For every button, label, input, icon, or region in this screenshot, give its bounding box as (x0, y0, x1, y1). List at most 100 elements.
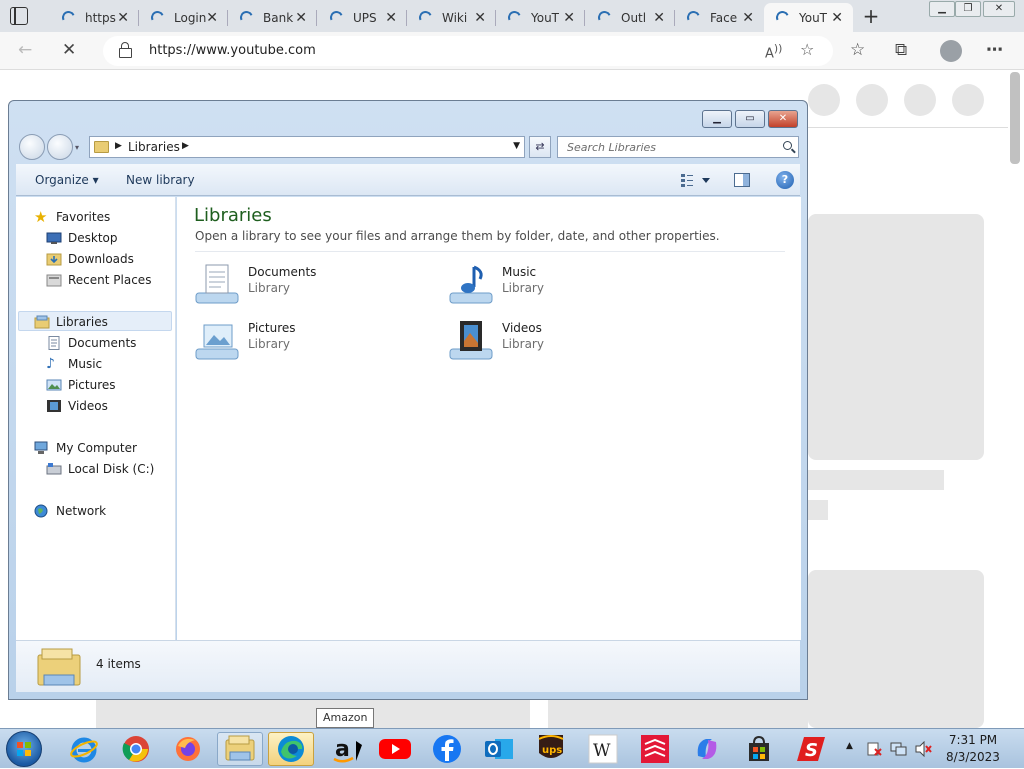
wikipedia-icon[interactable]: W (580, 732, 626, 766)
library-item-documents[interactable]: Documents Library (194, 259, 394, 309)
breadcrumb-libraries[interactable]: Libraries (128, 140, 180, 154)
clock-date[interactable]: 8/3/2023 (945, 750, 1001, 764)
close-icon[interactable]: ✕ (831, 10, 843, 26)
address-bar[interactable]: https://www.youtube.com A)) ☆ (103, 36, 833, 66)
back-arrow-icon[interactable]: ← (18, 40, 32, 60)
restore-button[interactable]: ❐ (955, 1, 981, 17)
browser-tab[interactable]: YouT ✕ (496, 3, 585, 32)
microsoft-store-icon[interactable] (736, 732, 782, 766)
close-icon[interactable]: ✕ (117, 10, 129, 26)
youtube-icon[interactable] (372, 732, 418, 766)
browser-tab[interactable]: Face ✕ (675, 3, 764, 32)
show-hidden-icons-icon[interactable]: ▲ (846, 741, 853, 751)
chevron-down-icon[interactable]: ▼ (513, 141, 520, 151)
close-window-button[interactable]: ✕ (983, 1, 1015, 17)
page-scrollbar[interactable] (1010, 72, 1020, 164)
library-item-videos[interactable]: Videos Library (448, 315, 648, 365)
nav-libraries[interactable]: Libraries (34, 312, 108, 331)
close-icon[interactable]: ✕ (295, 10, 307, 26)
minimize-button[interactable]: ▁ (702, 110, 732, 128)
maximize-button[interactable]: ▭ (735, 110, 765, 128)
facebook-icon[interactable] (424, 732, 470, 766)
nav-my-computer[interactable]: My Computer (34, 438, 137, 457)
close-icon[interactable]: ✕ (206, 10, 218, 26)
nav-recent-places[interactable]: Recent Places (46, 270, 151, 289)
help-icon[interactable]: ? (776, 171, 794, 189)
firefox-icon[interactable] (165, 732, 211, 766)
internet-explorer-icon[interactable] (61, 732, 107, 766)
more-menu-icon[interactable]: ⋯ (986, 40, 1003, 60)
browser-tab[interactable]: Wiki ✕ (407, 3, 496, 32)
new-tab-button[interactable]: + (860, 4, 882, 28)
read-aloud-icon[interactable]: A)) (765, 42, 782, 61)
refresh-button[interactable]: ⇄ (529, 136, 551, 158)
stop-loading-icon[interactable]: ✕ (62, 40, 76, 60)
network-status-icon[interactable] (890, 741, 908, 760)
library-item-pictures[interactable]: Pictures Library (194, 315, 394, 365)
loading-icon (149, 9, 166, 26)
browser-tab[interactable]: UPS ✕ (318, 3, 407, 32)
title-placeholder (808, 470, 944, 490)
search-icon[interactable] (783, 141, 792, 150)
close-icon[interactable]: ✕ (385, 10, 397, 26)
nav-documents[interactable]: Documents (46, 333, 136, 352)
chrome-icon[interactable] (113, 732, 159, 766)
nav-network[interactable]: Network (34, 501, 106, 520)
file-explorer-icon[interactable] (217, 732, 263, 766)
skeleton-circle (952, 84, 984, 116)
preview-pane-icon[interactable] (734, 173, 750, 190)
action-center-icon[interactable] (866, 741, 882, 760)
favorites-icon[interactable]: ☆ (850, 40, 865, 60)
collections-icon[interactable]: ⧉ (895, 40, 907, 60)
browser-tab[interactable]: Login ✕ (139, 3, 228, 32)
library-item-music[interactable]: Music Library (448, 259, 648, 309)
tab-actions-icon[interactable] (10, 7, 28, 25)
clock-time[interactable]: 7:31 PM (945, 733, 1001, 747)
forward-button[interactable] (47, 134, 73, 160)
nav-videos[interactable]: Videos (46, 396, 108, 415)
nav-music[interactable]: ♪ Music (46, 354, 102, 373)
add-favorite-icon[interactable]: ☆ (800, 40, 814, 59)
close-icon[interactable]: ✕ (474, 10, 486, 26)
recent-pages-icon[interactable]: ▾ (75, 143, 79, 152)
change-view-icon[interactable] (680, 173, 710, 190)
new-library-button[interactable]: New library (126, 173, 195, 187)
tab-label: Login (174, 10, 207, 25)
nav-local-disk[interactable]: Local Disk (C:) (46, 459, 154, 478)
browser-tab[interactable]: https ✕ (50, 3, 139, 32)
video-thumbnail-placeholder (548, 700, 808, 728)
nav-pictures[interactable]: Pictures (46, 375, 116, 394)
ups-icon[interactable]: ups (528, 732, 574, 766)
edge-icon[interactable] (268, 732, 314, 766)
start-button[interactable] (6, 731, 42, 767)
chevron-right-icon[interactable]: ▶ (182, 141, 189, 151)
folder-icon (94, 141, 109, 153)
close-icon[interactable]: ✕ (742, 10, 754, 26)
close-button[interactable]: ✕ (768, 110, 798, 128)
minimize-button[interactable]: ▁ (929, 1, 955, 17)
bank-of-america-icon[interactable] (632, 732, 678, 766)
browser-tab[interactable]: Bank ✕ (228, 3, 317, 32)
copilot-icon[interactable] (684, 732, 730, 766)
nav-favorites[interactable]: ★ Favorites (34, 207, 110, 226)
volume-muted-icon[interactable] (914, 740, 932, 760)
close-icon[interactable]: ✕ (653, 10, 665, 26)
nav-downloads[interactable]: Downloads (46, 249, 134, 268)
close-icon[interactable]: ✕ (563, 10, 575, 26)
browser-tab-active[interactable]: YouT ✕ (764, 3, 853, 32)
nav-desktop[interactable]: Desktop (46, 228, 118, 247)
search-input[interactable]: Search Libraries (557, 136, 799, 158)
explorer-address-bar[interactable]: ▶ Libraries ▶ ▼ (89, 136, 525, 158)
browser-tab[interactable]: Outl ✕ (586, 3, 675, 32)
outlook-icon[interactable] (476, 732, 522, 766)
organize-button[interactable]: Organize ▾ (35, 173, 99, 187)
back-button[interactable] (19, 134, 45, 160)
chevron-right-icon[interactable]: ▶ (115, 141, 122, 151)
command-bar: Organize ▾ New library ? (16, 164, 800, 196)
profile-avatar[interactable] (940, 40, 962, 62)
app-s-icon[interactable]: S (788, 732, 834, 766)
library-name: Music (502, 265, 537, 279)
loading-icon (596, 9, 613, 26)
library-type: Library (502, 337, 544, 351)
divider (195, 251, 785, 252)
